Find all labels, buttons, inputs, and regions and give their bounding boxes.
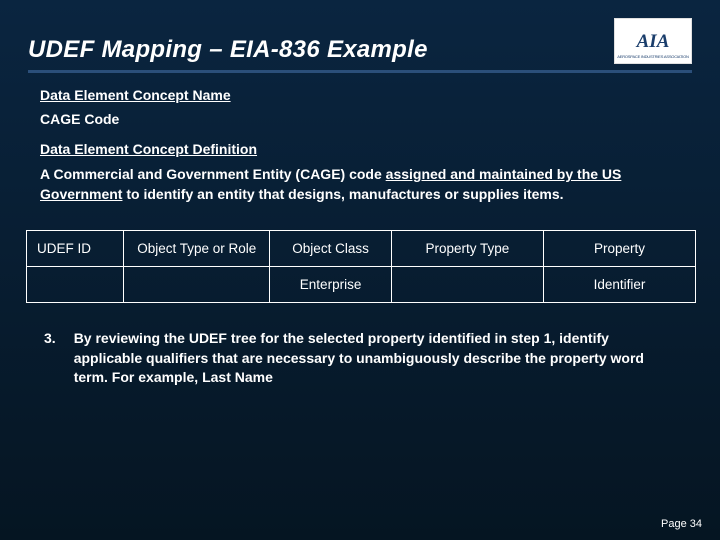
- col-udef-id: UDEF ID: [27, 231, 124, 267]
- concept-def-label: Data Element Concept Definition: [40, 141, 680, 157]
- logo-subtext: AEROSPACE INDUSTRIES ASSOCIATION: [617, 54, 688, 59]
- table-header-row: UDEF ID Object Type or Role Object Class…: [27, 231, 696, 267]
- cell-property-type: [391, 267, 543, 303]
- cell-property: Identifier: [543, 267, 695, 303]
- page-title: UDEF Mapping – EIA-836 Example: [28, 36, 428, 64]
- logo-text: AIA: [637, 32, 670, 51]
- concept-def-value: A Commercial and Government Entity (CAGE…: [40, 165, 680, 204]
- table-row: Enterprise Identifier: [27, 267, 696, 303]
- concept-name-value: CAGE Code: [40, 111, 680, 127]
- title-rule: [28, 70, 692, 73]
- cell-udef-id: [27, 267, 124, 303]
- col-property: Property: [543, 231, 695, 267]
- step-body: By reviewing the UDEF tree for the selec…: [74, 329, 676, 388]
- col-object-type: Object Type or Role: [124, 231, 270, 267]
- cell-object-class: Enterprise: [270, 267, 392, 303]
- step-number: 3.: [44, 329, 56, 388]
- def-pre: A Commercial and Government Entity (CAGE…: [40, 166, 386, 182]
- concept-name-label: Data Element Concept Name: [40, 87, 680, 103]
- logo: AIA AEROSPACE INDUSTRIES ASSOCIATION: [614, 18, 692, 64]
- col-property-type: Property Type: [391, 231, 543, 267]
- mapping-table: UDEF ID Object Type or Role Object Class…: [26, 230, 696, 303]
- col-object-class: Object Class: [270, 231, 392, 267]
- def-post: to identify an entity that designs, manu…: [122, 186, 563, 202]
- cell-object-type: [124, 267, 270, 303]
- page-number: Page 34: [661, 518, 702, 530]
- step-note: 3. By reviewing the UDEF tree for the se…: [40, 329, 680, 388]
